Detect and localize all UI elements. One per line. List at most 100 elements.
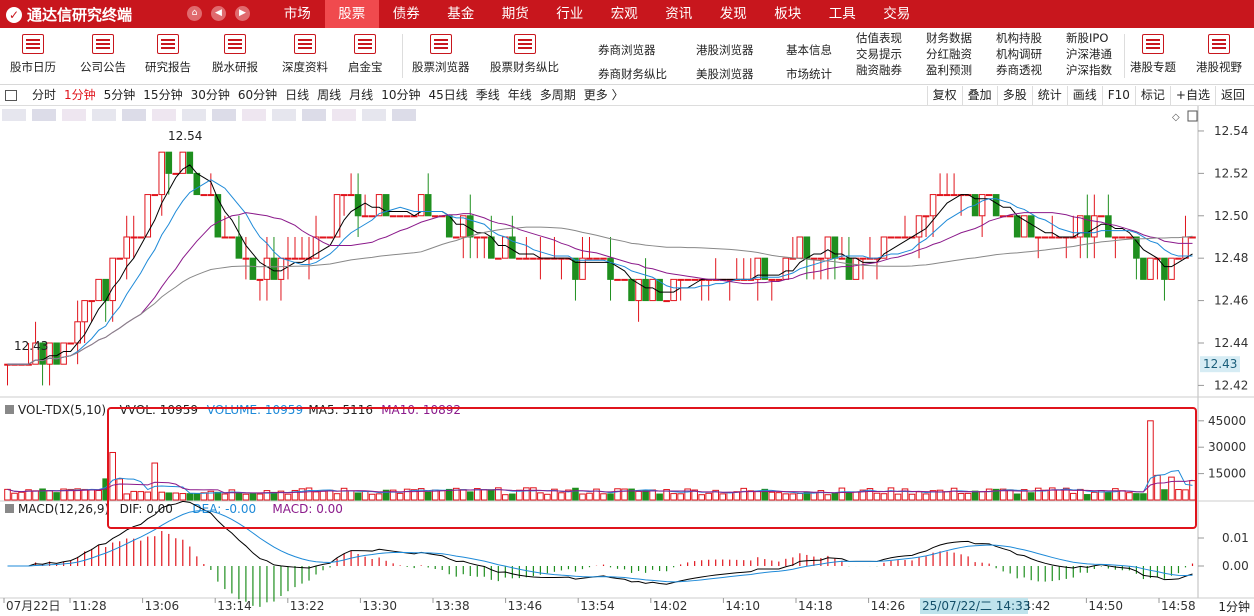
volume-bar (796, 492, 804, 501)
chart-tool-button[interactable]: 标记 (1134, 86, 1170, 105)
timeframe-label[interactable]: 1分钟 (1218, 598, 1250, 615)
menu-item[interactable]: 股票 (324, 0, 379, 28)
tool-label: 公司公告 (80, 60, 126, 74)
vol-tick-label: 15000 (1208, 467, 1246, 481)
tool-link[interactable]: 财务数据 (926, 30, 972, 46)
tool-link[interactable]: 券商财务纵比 (598, 62, 667, 86)
menu-item[interactable]: 发现 (706, 0, 761, 28)
tool-link[interactable]: 机构持股 (996, 30, 1042, 46)
volume-bar (179, 493, 187, 501)
menu-item[interactable]: 板块 (761, 0, 816, 28)
period-tab[interactable]: 多周期 (536, 86, 580, 105)
tool-link[interactable]: 盈利预测 (926, 62, 972, 78)
tool-eye[interactable]: 港股视野 (1196, 34, 1242, 75)
tool-hkex[interactable]: 港股专题 (1130, 34, 1176, 75)
tool-finance[interactable]: 股票财务纵比 (490, 34, 559, 75)
period-tab[interactable]: 45日线 (424, 86, 471, 105)
ma-line (7, 164, 1193, 365)
tool-link[interactable]: 基本信息 (786, 38, 832, 62)
volume-bar (488, 489, 495, 501)
tool-database[interactable]: 启金宝 (348, 34, 383, 75)
period-tab[interactable]: 5分钟 (100, 86, 140, 105)
tool-report[interactable]: 研究报告 (145, 34, 191, 75)
volume-bar (782, 493, 790, 501)
candle-body (831, 236, 839, 259)
menu-item[interactable]: 期货 (488, 0, 543, 28)
indicator-toggle-icon[interactable] (5, 504, 14, 513)
chart-tool-button[interactable]: 叠加 (961, 86, 997, 105)
period-tab[interactable]: 15分钟 (139, 86, 186, 105)
tool-link[interactable]: 券商浏览器 (598, 38, 667, 62)
menu-item[interactable]: 基金 (434, 0, 489, 28)
time-tick-label: 14:02 (653, 599, 688, 613)
candle-body (473, 236, 481, 239)
tool-browser[interactable]: 股票浏览器 (412, 34, 470, 75)
vol-ma5-label: MA5: 5116 (308, 403, 373, 417)
chart-tool-button[interactable]: 画线 (1066, 86, 1102, 105)
back-icon[interactable]: ◀ (211, 6, 226, 21)
tool-magnifier-doc[interactable]: 脱水研报 (212, 34, 258, 75)
chart-tool-button[interactable]: 返回 (1214, 86, 1250, 105)
vol-ma10-label: MA10: 10892 (381, 403, 461, 417)
menu-item[interactable]: 工具 (815, 0, 870, 28)
chart-tool-button[interactable]: +自选 (1169, 86, 1215, 105)
period-tab[interactable]: 分时 (28, 86, 60, 105)
volume-bar (614, 488, 621, 501)
tool-link[interactable]: 港股浏览器 (696, 38, 754, 62)
volume-bar (537, 492, 544, 501)
tool-link[interactable]: 市场统计 (786, 62, 832, 86)
candle-body (242, 257, 250, 260)
tool-link[interactable]: 估值表现 (856, 30, 902, 46)
panel-toggle-icon[interactable] (5, 90, 17, 101)
volume-bar (235, 492, 243, 501)
menu-item[interactable]: 债券 (379, 0, 434, 28)
tool-list-doc[interactable]: 深度资料 (282, 34, 328, 75)
volume-bar (130, 490, 138, 501)
period-tab[interactable]: 更多 〉 (580, 86, 628, 105)
tool-link[interactable]: 沪深港通 (1066, 46, 1112, 62)
tool-calendar[interactable]: 股市日历 (10, 34, 56, 75)
candle-body (403, 215, 411, 218)
tool-briefcase[interactable]: 公司公告 (80, 34, 126, 75)
tool-link[interactable]: 分红融资 (926, 46, 972, 62)
menu-item[interactable]: 宏观 (597, 0, 652, 28)
menu-item[interactable]: 行业 (543, 0, 598, 28)
tool-link[interactable]: 券商透视 (996, 62, 1042, 78)
masked-name-block (302, 109, 326, 121)
candle-body (200, 194, 208, 197)
time-tick-label: 13:14 (217, 599, 252, 613)
period-tab[interactable]: 年线 (504, 86, 536, 105)
period-tab[interactable]: 10分钟 (377, 86, 424, 105)
candle-body (179, 151, 187, 174)
tool-link[interactable]: 机构调研 (996, 46, 1042, 62)
period-tab[interactable]: 日线 (281, 86, 313, 105)
menu-item[interactable]: 资讯 (652, 0, 707, 28)
indicator-toggle-icon[interactable] (5, 405, 14, 414)
period-tab[interactable]: 周线 (313, 86, 345, 105)
period-tab[interactable]: 月线 (345, 86, 377, 105)
menu-item[interactable]: 交易 (870, 0, 925, 28)
period-tab[interactable]: 季线 (472, 86, 504, 105)
home-icon[interactable]: ⌂ (187, 6, 202, 21)
tool-link[interactable]: 融资融券 (856, 62, 902, 78)
tool-link[interactable]: 交易提示 (856, 46, 902, 62)
chart-tool-button[interactable]: 复权 (926, 86, 962, 105)
period-tab[interactable]: 60分钟 (234, 86, 281, 105)
volume-bar (642, 490, 649, 501)
menu-item[interactable]: 市场 (270, 0, 325, 28)
chart-tool-button[interactable]: 统计 (1031, 86, 1067, 105)
diamond-icon[interactable]: ◇ (1172, 112, 1180, 123)
kline-chart[interactable]: 12.54 12.52 12.50 12.48 12.46 12.44 12.42 12.43… (0, 106, 1254, 616)
forward-icon[interactable]: ▶ (235, 6, 250, 21)
tool-link[interactable]: 新股IPO (1066, 30, 1112, 46)
chart-tool-button[interactable]: 多股 (996, 86, 1032, 105)
panel-max-icon[interactable] (1187, 110, 1198, 122)
candle-body (691, 278, 698, 281)
tool-label: 股票浏览器 (412, 60, 470, 74)
period-tab[interactable]: 1分钟 (60, 86, 100, 105)
tool-link[interactable]: 沪深指数 (1066, 62, 1112, 78)
tool-link[interactable]: 美股浏览器 (696, 62, 754, 86)
period-tab[interactable]: 30分钟 (187, 86, 234, 105)
chart-tool-button[interactable]: F10 (1101, 86, 1135, 105)
candle-body (481, 236, 488, 239)
